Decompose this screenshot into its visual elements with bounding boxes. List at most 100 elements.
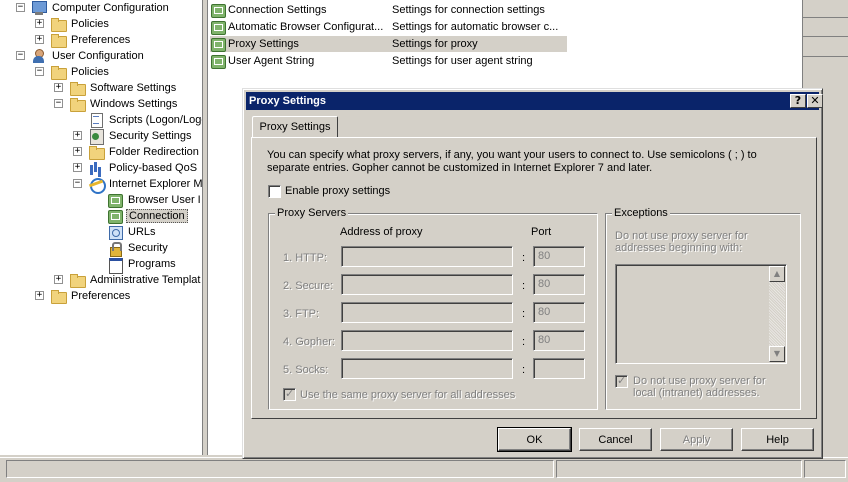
expand-toggle[interactable]: − — [16, 3, 25, 12]
scroll-down-icon[interactable]: ▼ — [769, 346, 785, 362]
tree-item-policy-based-qos[interactable]: Policy-based QoS — [88, 160, 199, 176]
tree-item-security-settings[interactable]: Security Settings — [88, 128, 194, 145]
tree-item-security[interactable]: Security — [107, 240, 170, 257]
url-icon — [107, 224, 123, 240]
tree-item-internet-explorer-maintenance[interactable]: Internet Explorer M — [88, 176, 202, 194]
tree-item-policies[interactable]: Policies — [50, 16, 111, 32]
dialog-titlebar[interactable]: Proxy Settings ? ✕ — [246, 92, 823, 110]
expand-toggle[interactable]: + — [73, 163, 82, 172]
local-bypass-label[interactable]: Do not use proxy server for local (intra… — [633, 375, 766, 399]
expand-toggle[interactable]: − — [16, 51, 25, 60]
tree-item-label: URLs — [128, 226, 156, 238]
status-panel — [556, 460, 802, 478]
ftp-address-field[interactable] — [341, 302, 513, 323]
tree-item-user-configuration[interactable]: User Configuration — [31, 48, 146, 64]
tree-item-label: Windows Settings — [90, 98, 178, 110]
folder-icon — [88, 144, 105, 160]
http-address-field[interactable] — [341, 246, 513, 267]
folder-icon — [69, 80, 86, 96]
expand-toggle[interactable]: + — [35, 35, 44, 44]
tree-item-label: Browser User I — [128, 194, 201, 206]
tree-item-urls[interactable]: URLs — [107, 224, 158, 240]
help-button[interactable]: Help — [741, 428, 814, 451]
cancel-button[interactable]: Cancel — [579, 428, 652, 451]
tree-item-connection[interactable]: Connection — [107, 208, 188, 224]
same-proxy-checkbox[interactable] — [283, 387, 296, 401]
expand-toggle[interactable]: + — [73, 131, 82, 140]
ok-button[interactable]: OK — [497, 427, 572, 452]
expand-toggle[interactable]: + — [54, 275, 63, 284]
list-item-description: Settings for user agent string — [392, 55, 533, 67]
http-port-field[interactable]: 80 — [533, 246, 585, 267]
tree-item-scripts[interactable]: Scripts (Logon/Logo — [88, 112, 202, 128]
expand-toggle[interactable]: + — [35, 19, 44, 28]
chart-icon — [88, 160, 104, 176]
tree-item-label: Preferences — [71, 290, 131, 302]
separator: : — [522, 336, 526, 348]
list-item[interactable]: Connection Settings Settings for connecti… — [210, 2, 567, 18]
list-item[interactable]: User Agent String Settings for user agent… — [210, 53, 567, 69]
connection-icon — [210, 36, 226, 52]
enable-proxy-label[interactable]: Enable proxy settings — [285, 185, 390, 197]
tree-item-programs[interactable]: Programs — [107, 256, 178, 274]
status-bar — [0, 457, 848, 482]
gopher-address-field[interactable] — [341, 330, 513, 351]
close-button[interactable]: ✕ — [807, 94, 823, 108]
separator: : — [522, 252, 526, 264]
socks-address-field[interactable] — [341, 358, 513, 379]
connection-icon — [210, 53, 226, 69]
console-tree[interactable]: − Computer Configuration + Policies + Pr… — [0, 0, 203, 455]
script-icon — [88, 112, 104, 128]
same-proxy-label[interactable]: Use the same proxy server for all addres… — [300, 389, 515, 401]
label-line: local (intranet) addresses. — [633, 387, 760, 399]
list-item-description: Settings for connection settings — [392, 4, 545, 16]
exceptions-textbox[interactable]: ▲ ▼ — [615, 264, 787, 364]
ftp-port-field[interactable]: 80 — [533, 302, 585, 323]
tree-item-label: Policies — [71, 18, 109, 30]
tree-item-label: User Configuration — [52, 50, 144, 62]
list-item-name: Proxy Settings — [228, 38, 299, 50]
ie-icon — [88, 176, 106, 194]
separator: : — [522, 364, 526, 376]
scroll-up-icon[interactable]: ▲ — [769, 266, 785, 282]
tree-item-label: Programs — [128, 258, 176, 270]
connection-icon — [210, 2, 226, 18]
expand-toggle[interactable]: − — [35, 67, 44, 76]
enable-proxy-checkbox[interactable] — [268, 185, 281, 198]
gopher-label: 4. Gopher: — [283, 336, 335, 348]
local-bypass-checkbox[interactable] — [615, 374, 628, 388]
list-item-name: Automatic Browser Configurat... — [228, 21, 384, 33]
connection-icon — [210, 19, 226, 35]
apply-button[interactable]: Apply — [660, 428, 733, 451]
expand-toggle[interactable]: − — [54, 99, 63, 108]
tree-item-label: Policy-based QoS — [109, 162, 198, 174]
exceptions-scrollbar[interactable]: ▲ ▼ — [769, 266, 785, 362]
expand-toggle[interactable]: − — [73, 179, 82, 188]
expand-toggle[interactable]: + — [35, 291, 44, 300]
list-item-name: User Agent String — [228, 55, 315, 67]
tree-item-windows-settings[interactable]: Windows Settings — [69, 96, 179, 112]
tree-item-folder-redirection[interactable]: Folder Redirection — [88, 144, 201, 160]
help-title-button[interactable]: ? — [790, 94, 806, 108]
divider — [803, 17, 848, 18]
tree-item-preferences[interactable]: Preferences — [50, 288, 132, 304]
tree-item-software-settings[interactable]: Software Settings — [69, 80, 178, 96]
secure-address-field[interactable] — [341, 274, 513, 295]
hint-line: Do not use proxy server for — [615, 230, 748, 242]
tree-item-label: Software Settings — [90, 82, 177, 94]
secure-port-field[interactable]: 80 — [533, 274, 585, 295]
tree-item-browser-user-interface[interactable]: Browser User I — [107, 192, 202, 208]
tree-item-preferences[interactable]: Preferences — [50, 32, 132, 48]
socks-port-field[interactable] — [533, 358, 585, 379]
gopher-port-field[interactable]: 80 — [533, 330, 585, 351]
expand-toggle[interactable]: + — [54, 83, 63, 92]
list-item[interactable]: Proxy Settings Settings for proxy — [210, 36, 567, 52]
tree-item-label: Security — [128, 242, 168, 254]
tab-proxy-settings[interactable]: Proxy Settings — [252, 116, 338, 138]
tree-item-policies[interactable]: Policies — [50, 64, 111, 80]
intro-text: You can specify what proxy servers, if a… — [267, 149, 787, 175]
tree-item-administrative-templates[interactable]: Administrative Templat — [69, 272, 202, 288]
tree-item-computer-configuration[interactable]: Computer Configuration — [31, 0, 171, 16]
expand-toggle[interactable]: + — [73, 147, 82, 156]
list-item[interactable]: Automatic Browser Configurat... Settings … — [210, 19, 567, 35]
